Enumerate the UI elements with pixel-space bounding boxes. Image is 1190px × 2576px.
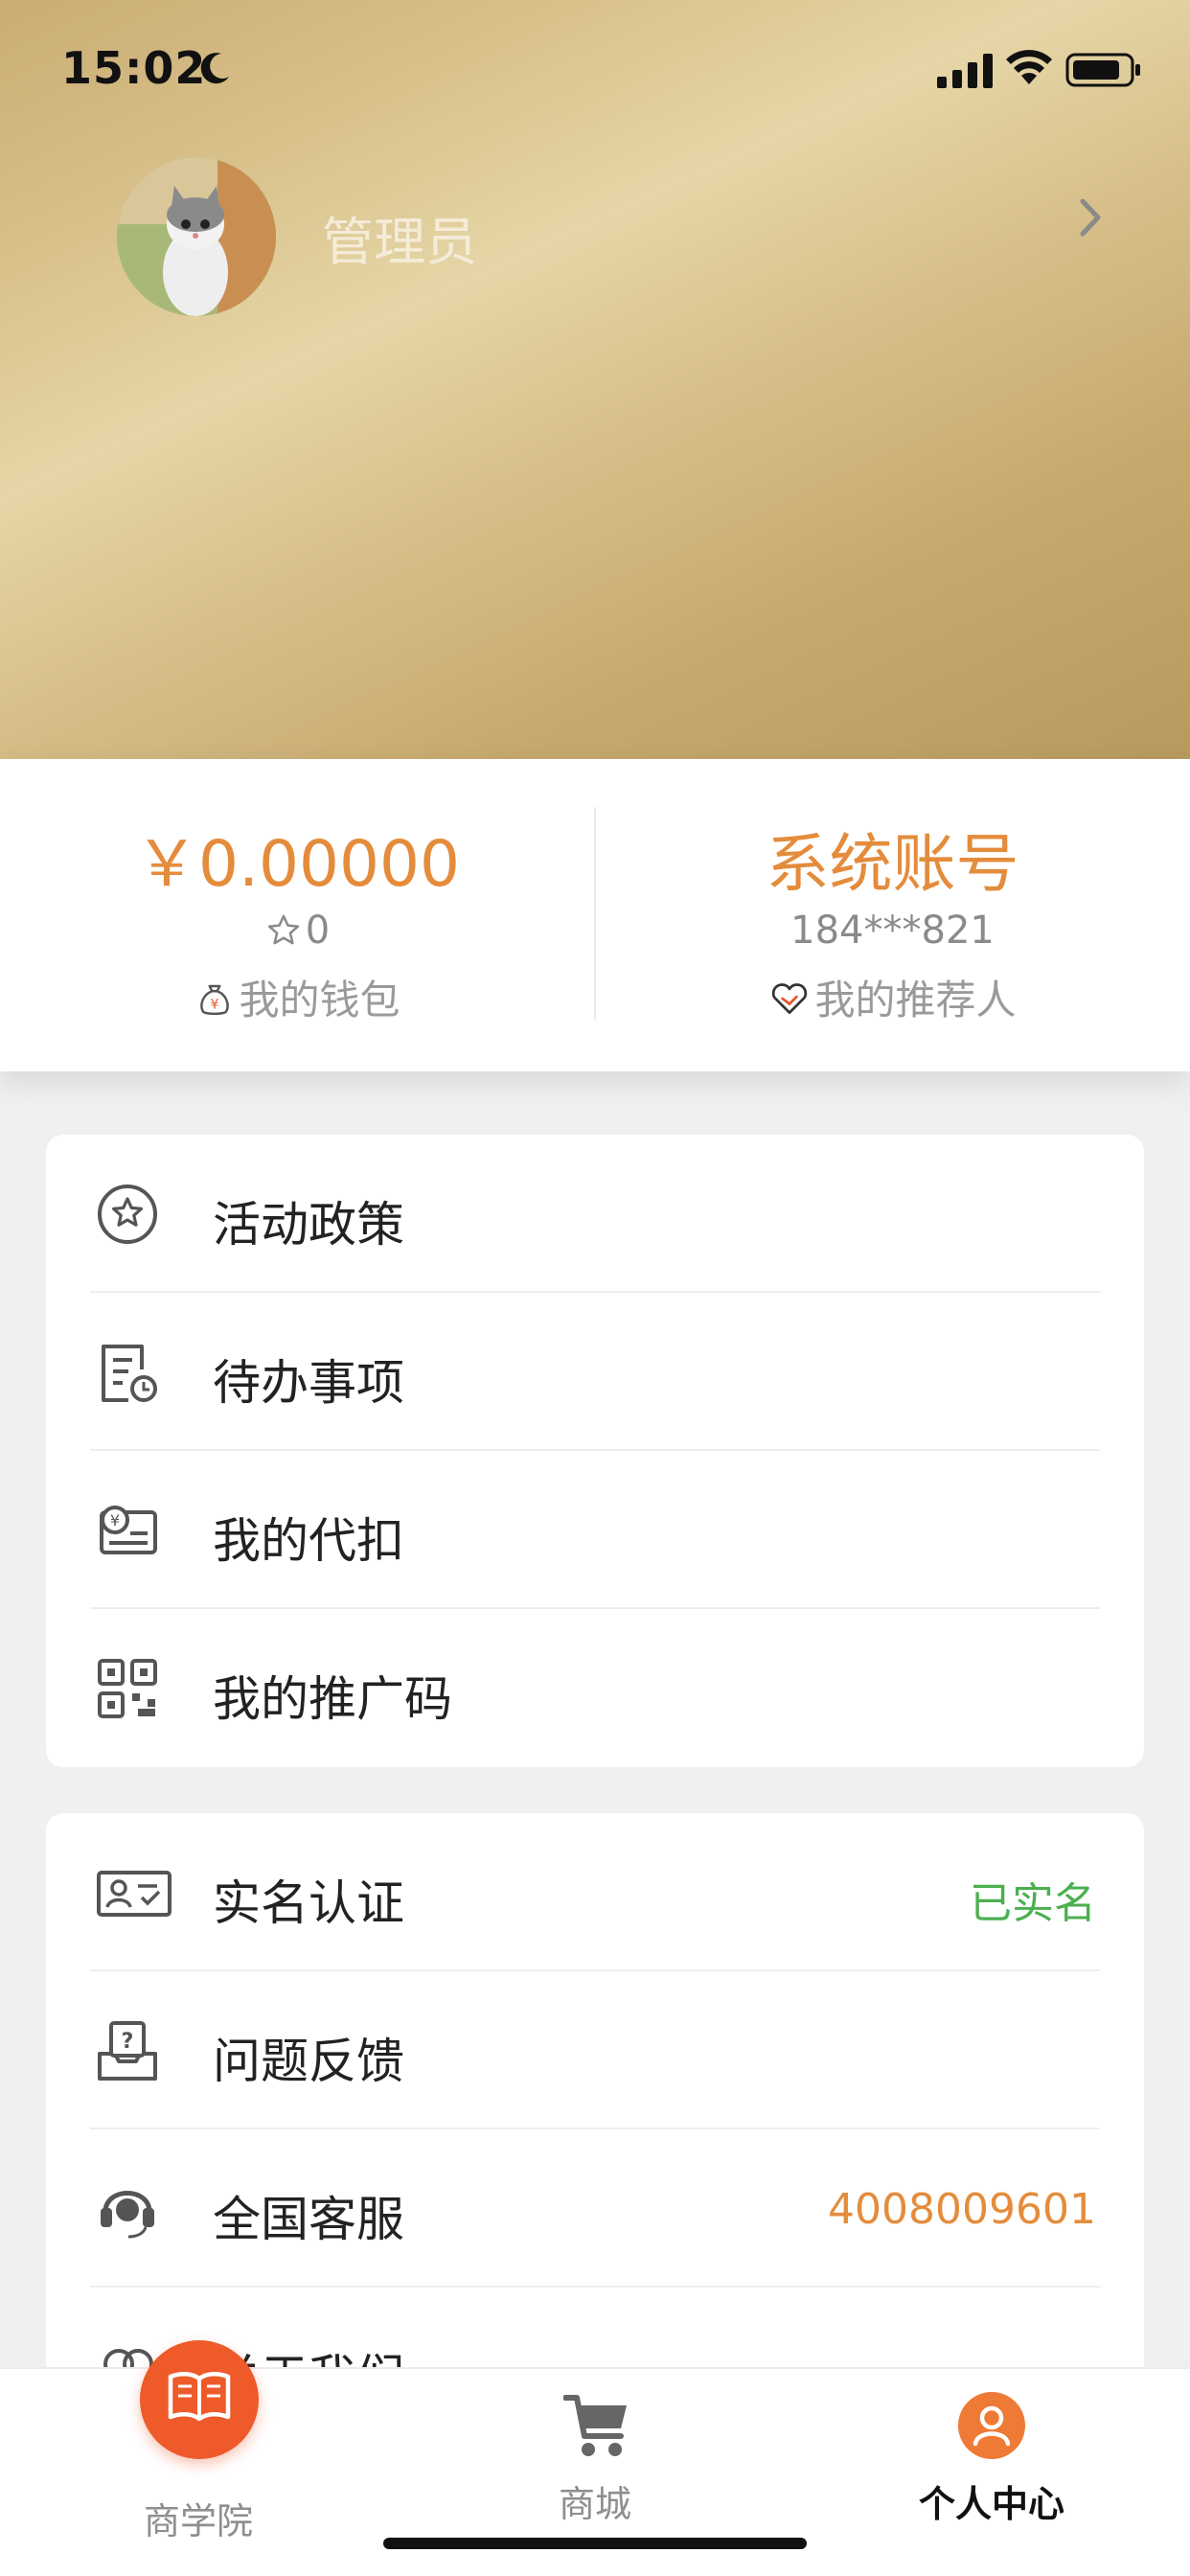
wallet-stat[interactable]: ￥0.00000 0 ¥ 我的钱包: [0, 759, 595, 1071]
menu-item-label: 问题反馈: [213, 2034, 404, 2089]
wallet-label: 我的钱包: [239, 977, 400, 1024]
menu-card-primary: 活动政策 待办事项 ¥ 我的代扣 我的推广码: [46, 1135, 1144, 1767]
cart-icon: [563, 2395, 627, 2456]
menu-item-feedback[interactable]: ? 问题反馈: [46, 1971, 1144, 2129]
wifi-icon: [1006, 50, 1052, 84]
cellular-signal-icon: [937, 54, 993, 88]
tab-label: 个人中心: [918, 2483, 1064, 2525]
headset-icon: [101, 2191, 154, 2239]
star-circle-icon: [98, 1184, 157, 1244]
menu-card-secondary: 实名认证 已实名 ? 问题反馈 全国客服 4008009601 关于我们: [46, 1813, 1144, 2407]
status-time: 15:02: [61, 42, 207, 94]
qr-code-icon: [98, 1659, 157, 1718]
star-outline-icon: [267, 914, 299, 945]
deduction-card-icon: ¥: [100, 1506, 157, 1554]
id-card-icon: [97, 1871, 172, 1917]
menu-item-activity-policy[interactable]: 活动政策: [46, 1135, 1144, 1293]
tab-label: 商城: [558, 2483, 631, 2525]
wallet-label-row: ¥ 我的钱包: [0, 968, 595, 1026]
svg-text:¥: ¥: [110, 1511, 120, 1530]
menu-item-label: 我的代扣: [213, 1513, 404, 1569]
svg-text:?: ?: [122, 2030, 134, 2054]
tab-business-school[interactable]: 商学院: [0, 2340, 397, 2576]
referrer-phone: 184***821: [790, 908, 995, 953]
feedback-inbox-icon: ?: [98, 2021, 157, 2081]
wallet-points: 0: [0, 908, 595, 953]
money-bag-icon: ¥: [200, 984, 230, 1016]
tab-label: 商学院: [143, 2500, 253, 2542]
referrer-label-row: 我的推荐人: [595, 968, 1190, 1026]
menu-item-todo[interactable]: 待办事项: [46, 1293, 1144, 1451]
chevron-right-icon[interactable]: [1077, 196, 1104, 240]
menu-item-real-name-auth[interactable]: 实名认证 已实名: [46, 1813, 1144, 1971]
menu-item-label: 活动政策: [213, 1197, 404, 1253]
todo-clock-icon: [102, 1345, 157, 1402]
cat-avatar-icon: [117, 157, 276, 316]
wallet-points-value: 0: [305, 908, 331, 953]
battery-icon: [1065, 53, 1140, 87]
business-school-fab[interactable]: [140, 2340, 259, 2459]
referrer-stat[interactable]: 系统账号 184***821 我的推荐人: [595, 759, 1190, 1071]
profile-header: 15:02 管理员: [0, 0, 1190, 759]
handshake-heart-icon: [772, 983, 808, 1015]
book-icon: [168, 2372, 231, 2422]
svg-text:¥: ¥: [211, 998, 219, 1013]
home-indicator[interactable]: [383, 2538, 807, 2549]
menu-item-label: 全国客服: [213, 2192, 404, 2247]
account-stats: ￥0.00000 0 ¥ 我的钱包 系统账号 184***821 我的推荐人: [0, 759, 1190, 1071]
moon-icon: [200, 53, 229, 84]
menu-item-my-deduction[interactable]: ¥ 我的代扣: [46, 1451, 1144, 1609]
menu-item-promo-code[interactable]: 我的推广码: [46, 1609, 1144, 1767]
menu-item-customer-service[interactable]: 全国客服 4008009601: [46, 2129, 1144, 2288]
referrer-label: 我的推荐人: [814, 977, 1017, 1024]
referrer-title: 系统账号: [766, 827, 1019, 901]
username[interactable]: 管理员: [322, 199, 477, 275]
tab-personal-center[interactable]: 个人中心: [793, 2369, 1190, 2576]
avatar[interactable]: [117, 157, 276, 316]
person-icon: [958, 2392, 1025, 2459]
service-phone[interactable]: 4008009601: [828, 2185, 1096, 2234]
menu-item-label: 实名认证: [213, 1875, 404, 1931]
verification-status: 已实名: [970, 1879, 1096, 1928]
wallet-amount: ￥0.00000: [135, 827, 460, 901]
status-bar: 15:02: [0, 0, 1190, 134]
menu-item-label: 待办事项: [213, 1355, 404, 1411]
menu-item-label: 我的推广码: [213, 1671, 452, 1727]
